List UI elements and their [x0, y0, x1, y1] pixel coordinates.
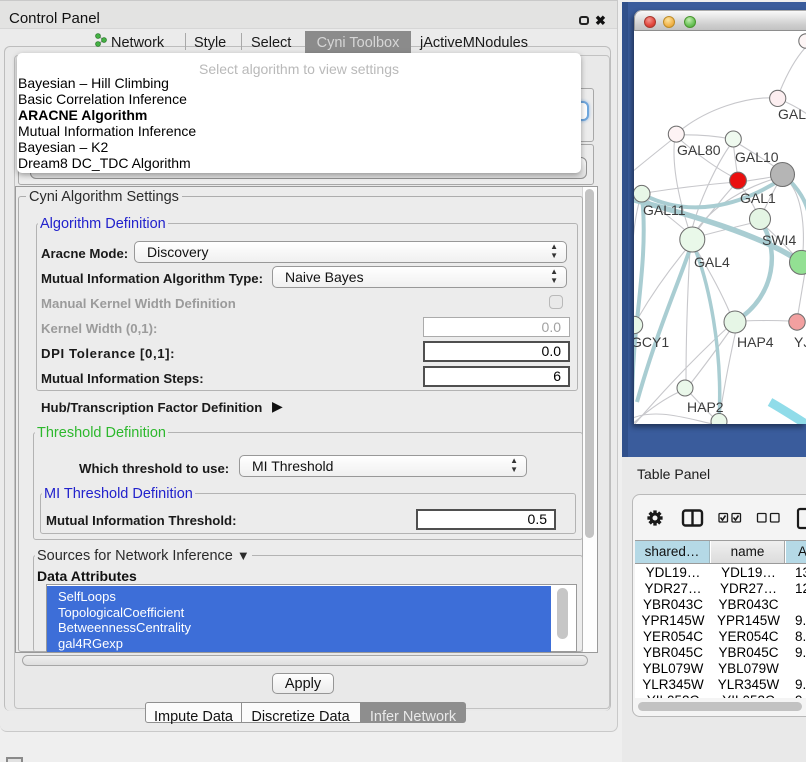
svg-text:GAL80: GAL80	[677, 142, 721, 158]
svg-text:GAL7: GAL7	[778, 106, 806, 122]
svg-text:GAL11: GAL11	[643, 202, 686, 218]
svg-text:GAL10: GAL10	[735, 149, 779, 165]
svg-text:YJ: YJ	[794, 334, 806, 350]
svg-text:GAL4: GAL4	[694, 254, 730, 270]
svg-text:HAP2: HAP2	[687, 399, 724, 415]
svg-text:GAL1: GAL1	[740, 190, 776, 206]
svg-text:SWI4: SWI4	[762, 232, 796, 248]
svg-text:GCY1: GCY1	[634, 334, 669, 350]
svg-text:HAP4: HAP4	[737, 334, 774, 350]
